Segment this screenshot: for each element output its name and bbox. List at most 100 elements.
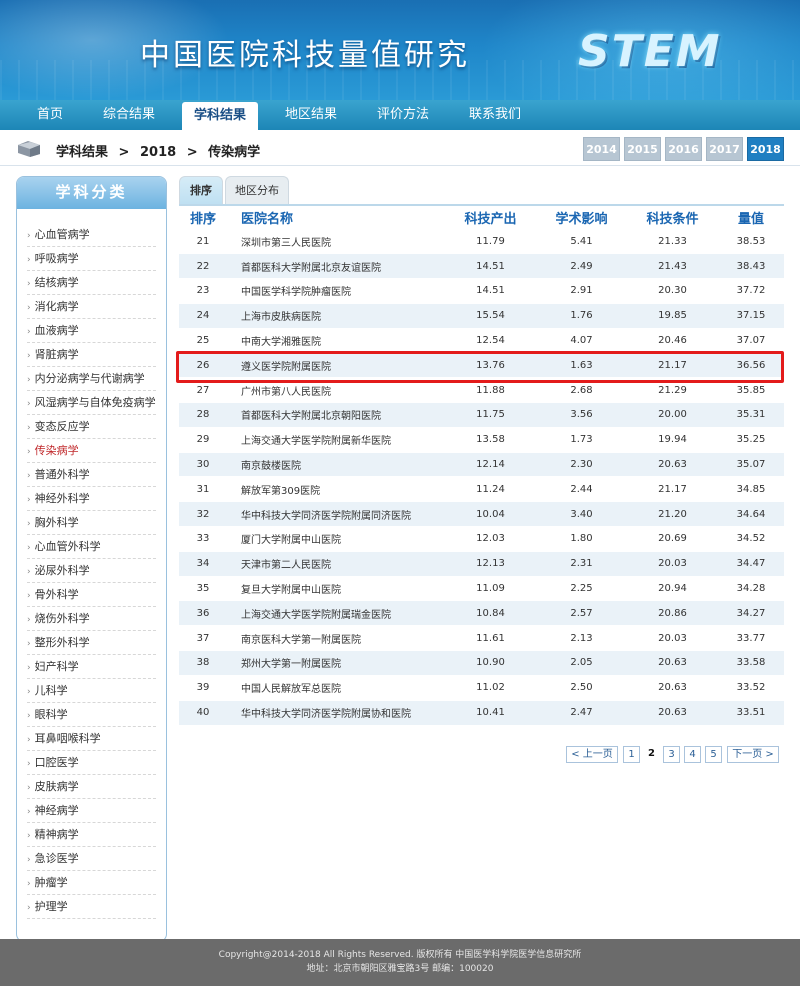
cell-hospital-name[interactable]: 上海交通大学医学院附属新华医院	[227, 426, 445, 453]
cell-hospital-name[interactable]: 中国医学科学院肿瘤医院	[227, 278, 445, 304]
table-row[interactable]: 31 解放军第309医院 11.24 2.44 21.17 34.85	[179, 476, 784, 502]
tab-ranking[interactable]: 排序	[179, 176, 223, 204]
cell-hospital-name[interactable]: 天津市第二人民医院	[227, 550, 445, 577]
cell-hospital-name[interactable]: 上海市皮肤病医院	[227, 302, 445, 329]
cell-hospital-name[interactable]: 南京医科大学第一附属医院	[227, 625, 445, 651]
nav-contact[interactable]: 联系我们	[458, 100, 532, 130]
sidebar-item[interactable]: › 整形外科学	[27, 631, 156, 655]
sidebar-item-label: 眼科学	[34, 708, 68, 721]
table-row[interactable]: 36 上海交通大学医学院附属瑞金医院 10.84 2.57 20.86 34.27	[179, 600, 784, 626]
sidebar-item[interactable]: › 神经外科学	[27, 487, 156, 511]
sidebar-item[interactable]: › 普通外科学	[27, 463, 156, 487]
cell-tech-conditions: 20.94	[627, 575, 718, 601]
cell-hospital-name[interactable]: 华中科技大学同济医学院附属协和医院	[227, 699, 445, 725]
table-row[interactable]: 33 厦门大学附属中山医院 12.03 1.80 20.69 34.52	[179, 526, 784, 552]
sidebar-item[interactable]: › 烧伤外科学	[27, 607, 156, 631]
table-row[interactable]: 32 华中科技大学同济医学院附属同济医院 10.04 3.40 21.20 34.64	[179, 501, 784, 527]
sidebar-item[interactable]: › 结核病学	[27, 271, 156, 295]
cell-hospital-name[interactable]: 厦门大学附属中山医院	[227, 526, 445, 552]
table-row[interactable]: 25 中南大学湘雅医院 12.54 4.07 20.46 37.07	[179, 327, 784, 353]
sidebar-item[interactable]: › 精神病学	[27, 823, 156, 847]
sidebar-item[interactable]: › 神经病学	[27, 799, 156, 823]
sidebar-item[interactable]: › 呼吸病学	[27, 247, 156, 271]
year-2016[interactable]: 2016	[665, 137, 702, 161]
nav-region-results[interactable]: 地区结果	[274, 100, 348, 130]
table-row[interactable]: 22 首都医科大学附属北京友谊医院 14.51 2.49 21.43 38.43	[179, 253, 784, 279]
table-row[interactable]: 34 天津市第二人民医院 12.13 2.31 20.03 34.47	[179, 550, 784, 577]
table-row[interactable]: 24 上海市皮肤病医院 15.54 1.76 19.85 37.15	[179, 302, 784, 329]
cell-hospital-name[interactable]: 上海交通大学医学院附属瑞金医院	[227, 600, 445, 626]
year-2015[interactable]: 2015	[624, 137, 661, 161]
sidebar-item[interactable]: › 内分泌病学与代谢病学	[27, 367, 156, 391]
table-row[interactable]: 39 中国人民解放军总医院 11.02 2.50 20.63 33.52	[179, 674, 784, 701]
sidebar-item[interactable]: › 血液病学	[27, 319, 156, 343]
breadcrumb-year[interactable]: 2018	[140, 145, 176, 160]
nav-discipline-results[interactable]: 学科结果	[182, 102, 258, 132]
sidebar-item[interactable]: › 胸外科学	[27, 511, 156, 535]
sidebar-item[interactable]: › 口腔医学	[27, 751, 156, 775]
breadcrumb-discipline[interactable]: 学科结果	[56, 145, 108, 160]
sidebar-item[interactable]: › 眼科学	[27, 703, 156, 727]
table-row[interactable]: 26 遵义医学院附属医院 13.76 1.63 21.17 36.56	[179, 352, 784, 378]
sidebar-item[interactable]: › 皮肤病学	[27, 775, 156, 799]
tab-region-distribution[interactable]: 地区分布	[225, 176, 289, 204]
page-5[interactable]: 5	[705, 746, 722, 763]
table-row[interactable]: 29 上海交通大学医学院附属新华医院 13.58 1.73 19.94 35.25	[179, 426, 784, 453]
sidebar-item[interactable]: › 变态反应学	[27, 415, 156, 439]
page-3[interactable]: 3	[663, 746, 680, 763]
cell-hospital-name[interactable]: 复旦大学附属中山医院	[227, 575, 445, 601]
cell-hospital-name[interactable]: 遵义医学院附属医院	[227, 352, 445, 378]
nav-home[interactable]: 首页	[18, 100, 82, 130]
sidebar-item[interactable]: › 传染病学	[27, 439, 156, 463]
year-2018[interactable]: 2018	[747, 137, 784, 161]
sidebar-item[interactable]: › 心血管病学	[27, 223, 156, 247]
sidebar-item[interactable]: › 风湿病学与自体免疫病学	[27, 391, 156, 415]
page-1[interactable]: 1	[623, 746, 640, 763]
nav-overall-results[interactable]: 综合结果	[92, 100, 166, 130]
sidebar-item[interactable]: › 急诊医学	[27, 847, 156, 871]
cell-hospital-name[interactable]: 华中科技大学同济医学院附属同济医院	[227, 501, 445, 527]
table-row[interactable]: 35 复旦大学附属中山医院 11.09 2.25 20.94 34.28	[179, 575, 784, 601]
sidebar-item[interactable]: › 耳鼻咽喉科学	[27, 727, 156, 751]
sidebar-item[interactable]: › 心血管外科学	[27, 535, 156, 559]
cell-hospital-name[interactable]: 首都医科大学附属北京友谊医院	[227, 253, 445, 279]
table-row[interactable]: 37 南京医科大学第一附属医院 11.61 2.13 20.03 33.77	[179, 625, 784, 651]
cell-hospital-name[interactable]: 南京鼓楼医院	[227, 451, 445, 477]
table-row[interactable]: 40 华中科技大学同济医学院附属协和医院 10.41 2.47 20.63 33.51	[179, 699, 784, 725]
sidebar-item[interactable]: › 儿科学	[27, 679, 156, 703]
table-row[interactable]: 27 广州市第八人民医院 11.88 2.68 21.29 35.85	[179, 377, 784, 403]
cell-rank: 40	[179, 699, 227, 725]
cell-hospital-name[interactable]: 首都医科大学附属北京朝阳医院	[227, 402, 445, 428]
page-4[interactable]: 4	[684, 746, 701, 763]
cell-hospital-name[interactable]: 郑州大学第一附属医院	[227, 650, 445, 676]
cell-tech-output: 10.04	[445, 501, 536, 527]
cell-tech-output: 14.51	[445, 253, 536, 279]
table-row[interactable]: 28 首都医科大学附属北京朝阳医院 11.75 3.56 20.00 35.31	[179, 402, 784, 428]
sidebar-item[interactable]: › 骨外科学	[27, 583, 156, 607]
table-row[interactable]: 38 郑州大学第一附属医院 10.90 2.05 20.63 33.58	[179, 650, 784, 676]
cell-academic-impact: 2.13	[536, 625, 627, 651]
cell-hospital-name[interactable]: 中国人民解放军总医院	[227, 674, 445, 701]
sidebar-item[interactable]: › 护理学	[27, 895, 156, 919]
next-page-button[interactable]: 下一页 >	[727, 746, 779, 763]
sidebar-item[interactable]: › 妇产科学	[27, 655, 156, 679]
sidebar-item[interactable]: › 泌尿外科学	[27, 559, 156, 583]
prev-page-button[interactable]: < 上一页	[566, 746, 618, 763]
sidebar-item[interactable]: › 消化病学	[27, 295, 156, 319]
cell-hospital-name[interactable]: 深圳市第三人民医院	[227, 228, 445, 254]
year-2014[interactable]: 2014	[583, 137, 620, 161]
table-row[interactable]: 30 南京鼓楼医院 12.14 2.30 20.63 35.07	[179, 451, 784, 477]
year-2017[interactable]: 2017	[706, 137, 743, 161]
cell-tech-output: 13.58	[445, 426, 536, 453]
nav-evaluation-method[interactable]: 评价方法	[366, 100, 440, 130]
cell-tech-output: 14.51	[445, 278, 536, 304]
cell-academic-impact: 1.73	[536, 426, 627, 453]
cell-tech-output: 11.79	[445, 228, 536, 254]
table-row[interactable]: 23 中国医学科学院肿瘤医院 14.51 2.91 20.30 37.72	[179, 278, 784, 304]
sidebar-item[interactable]: › 肾脏病学	[27, 343, 156, 367]
cell-hospital-name[interactable]: 中南大学湘雅医院	[227, 327, 445, 353]
sidebar-item[interactable]: › 肿瘤学	[27, 871, 156, 895]
table-row[interactable]: 21 深圳市第三人民医院 11.79 5.41 21.33 38.53	[179, 228, 784, 254]
cell-hospital-name[interactable]: 广州市第八人民医院	[227, 377, 445, 403]
cell-hospital-name[interactable]: 解放军第309医院	[227, 476, 445, 502]
